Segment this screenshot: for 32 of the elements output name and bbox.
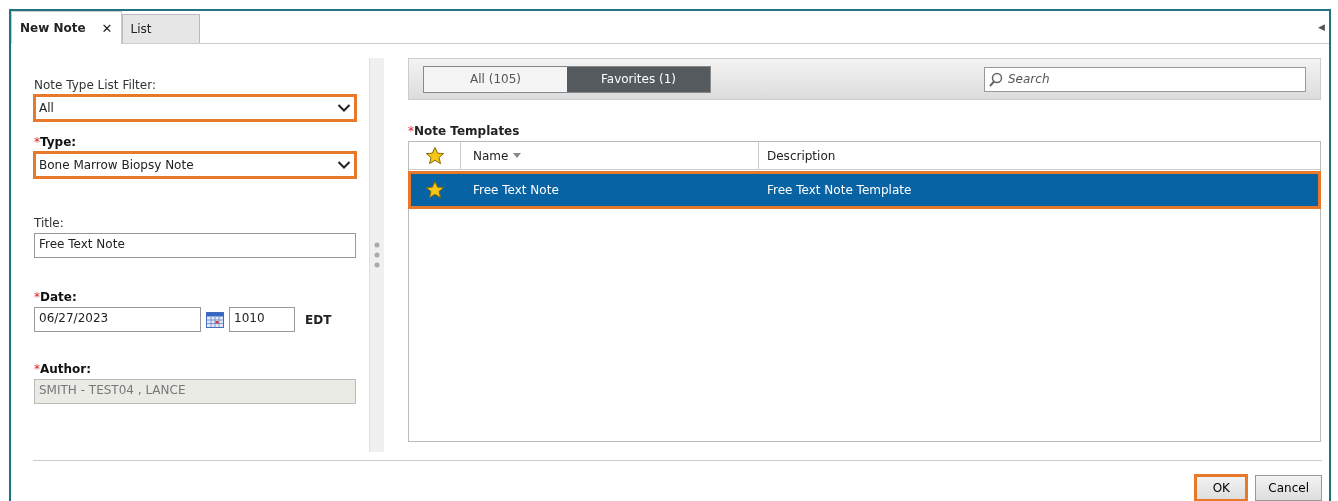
dropdown[interactable]: Bone Marrow Biopsy Note: [34, 152, 356, 178]
field-label: Title:: [34, 216, 65, 230]
tab[interactable]: List: [121, 14, 200, 43]
time-field[interactable]: 1010: [229, 307, 295, 332]
timezone-label: EDT: [305, 312, 332, 327]
filter-tab[interactable]: All (105): [424, 66, 567, 92]
date-field[interactable]: 06/27/2023: [34, 307, 201, 332]
splitter-handle-icon: [374, 242, 380, 268]
table-row[interactable]: Free Text Note Free Text Note Template: [409, 172, 1320, 208]
dialog-button[interactable]: OK: [1195, 475, 1248, 501]
table-cell-text: Free Text Note Template: [766, 183, 913, 197]
chevron-down-icon: [337, 160, 351, 170]
sort-caret-icon: [513, 153, 522, 158]
column-header[interactable]: Name: [461, 142, 759, 169]
close-icon[interactable]: ✕: [101, 20, 113, 36]
dialog-button[interactable]: Cancel: [1255, 475, 1322, 501]
text-field[interactable]: Free Text Note: [34, 233, 356, 258]
column-header[interactable]: Description: [759, 142, 1320, 169]
field-label: *Type:: [34, 135, 78, 149]
chevron-down-icon: [337, 103, 351, 113]
calendar-icon: [206, 311, 224, 328]
filter-tab[interactable]: Favorites (1): [567, 66, 710, 92]
field-label: *Date:: [34, 290, 78, 304]
tab[interactable]: New Note ✕: [11, 11, 122, 44]
star-icon: [424, 145, 445, 166]
search-field[interactable]: Search: [984, 66, 1306, 92]
field-label: *Author:: [34, 362, 93, 376]
collapse-icon[interactable]: ◀: [1318, 22, 1325, 32]
field-label: Note Type List Filter:: [34, 78, 157, 92]
section-label: *Note Templates: [408, 124, 521, 138]
table-cell-text: Free Text Note: [472, 183, 560, 197]
dropdown[interactable]: All: [34, 95, 356, 121]
